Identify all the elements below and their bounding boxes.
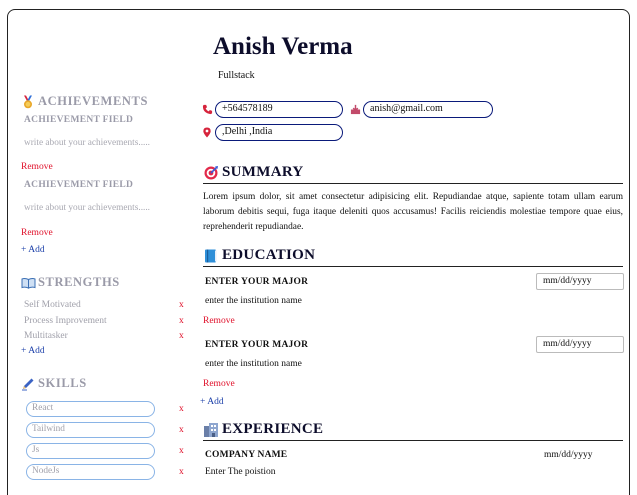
target-icon <box>203 165 219 181</box>
achievements-heading: ACHIEVEMENTS <box>21 94 148 109</box>
strength-add-button[interactable]: + Add <box>21 346 45 356</box>
experience-position[interactable]: Enter The poistion <box>205 467 276 477</box>
skills-title: SKILLS <box>38 376 87 390</box>
summary-text[interactable]: Lorem ipsum dolor, sit amet consectetur … <box>203 190 623 235</box>
medal-icon <box>21 95 35 109</box>
mail-icon <box>349 104 361 116</box>
building-icon <box>203 422 219 438</box>
strength-remove-button[interactable]: x <box>179 331 184 341</box>
experience-company[interactable]: COMPANY NAME <box>205 450 287 460</box>
strength-item[interactable]: Multitasker <box>24 331 68 341</box>
phone-field[interactable]: +564578189 <box>215 101 343 118</box>
phone-contact: +564578189 <box>201 101 343 118</box>
skill-input[interactable]: Js <box>26 443 155 459</box>
strength-item[interactable]: Process Improvement <box>24 316 107 326</box>
achievement-description-input[interactable]: write about your achievements..... <box>24 138 150 148</box>
experience-title: EXPERIENCE <box>222 421 324 437</box>
skill-remove-button[interactable]: x <box>179 467 184 477</box>
location-field[interactable]: ,Delhi ,India <box>215 124 343 141</box>
open-book-icon <box>21 276 36 290</box>
achievement-add-button[interactable]: + Add <box>21 245 45 255</box>
education-date-input[interactable]: mm/dd/yyyy <box>536 336 624 353</box>
book-icon <box>203 248 219 264</box>
skill-remove-button[interactable]: x <box>179 446 184 456</box>
education-remove-button[interactable]: Remove <box>203 316 235 326</box>
strengths-title: STRENGTHS <box>38 275 120 289</box>
location-contact: ,Delhi ,India <box>201 124 343 141</box>
candidate-name[interactable]: Anish Verma <box>213 33 353 61</box>
strength-remove-button[interactable]: x <box>179 316 184 326</box>
pin-icon <box>201 126 213 139</box>
achievement-remove-button[interactable]: Remove <box>21 162 53 172</box>
experience-heading: EXPERIENCE <box>203 421 623 441</box>
skill-remove-button[interactable]: x <box>179 425 184 435</box>
strengths-heading: STRENGTHS <box>21 275 120 290</box>
pen-icon <box>21 377 35 391</box>
summary-title: SUMMARY <box>222 164 304 180</box>
education-heading: EDUCATION <box>203 247 623 267</box>
achievement-description-input[interactable]: write about your achievements..... <box>24 203 150 213</box>
achievement-remove-button[interactable]: Remove <box>21 228 53 238</box>
education-title: EDUCATION <box>222 247 316 263</box>
candidate-role[interactable]: Fullstack <box>218 70 255 81</box>
education-institution[interactable]: enter the institution name <box>205 359 302 369</box>
skill-input[interactable]: NodeJs <box>26 464 155 480</box>
email-contact: anish@gmail.com <box>349 101 493 118</box>
strength-remove-button[interactable]: x <box>179 300 184 310</box>
education-date-input[interactable]: mm/dd/yyyy <box>536 273 624 290</box>
experience-date-input[interactable]: mm/dd/yyyy <box>544 450 593 460</box>
email-field[interactable]: anish@gmail.com <box>363 101 493 118</box>
skill-input[interactable]: Tailwind <box>26 422 155 438</box>
education-institution[interactable]: enter the institution name <box>205 296 302 306</box>
achievement-field[interactable]: ACHIEVEMENT FIELD <box>24 115 133 125</box>
education-major[interactable]: ENTER YOUR MAJOR <box>205 277 308 287</box>
education-remove-button[interactable]: Remove <box>203 379 235 389</box>
education-add-button[interactable]: + Add <box>200 397 224 407</box>
strength-item[interactable]: Self Motivated <box>24 300 81 310</box>
skill-remove-button[interactable]: x <box>179 404 184 414</box>
achievement-field[interactable]: ACHIEVEMENT FIELD <box>24 180 133 190</box>
skill-input[interactable]: React <box>26 401 155 417</box>
achievements-title: ACHIEVEMENTS <box>38 94 148 108</box>
skills-heading: SKILLS <box>21 376 87 391</box>
summary-heading: SUMMARY <box>203 164 623 184</box>
phone-icon <box>201 104 213 116</box>
education-major[interactable]: ENTER YOUR MAJOR <box>205 340 308 350</box>
